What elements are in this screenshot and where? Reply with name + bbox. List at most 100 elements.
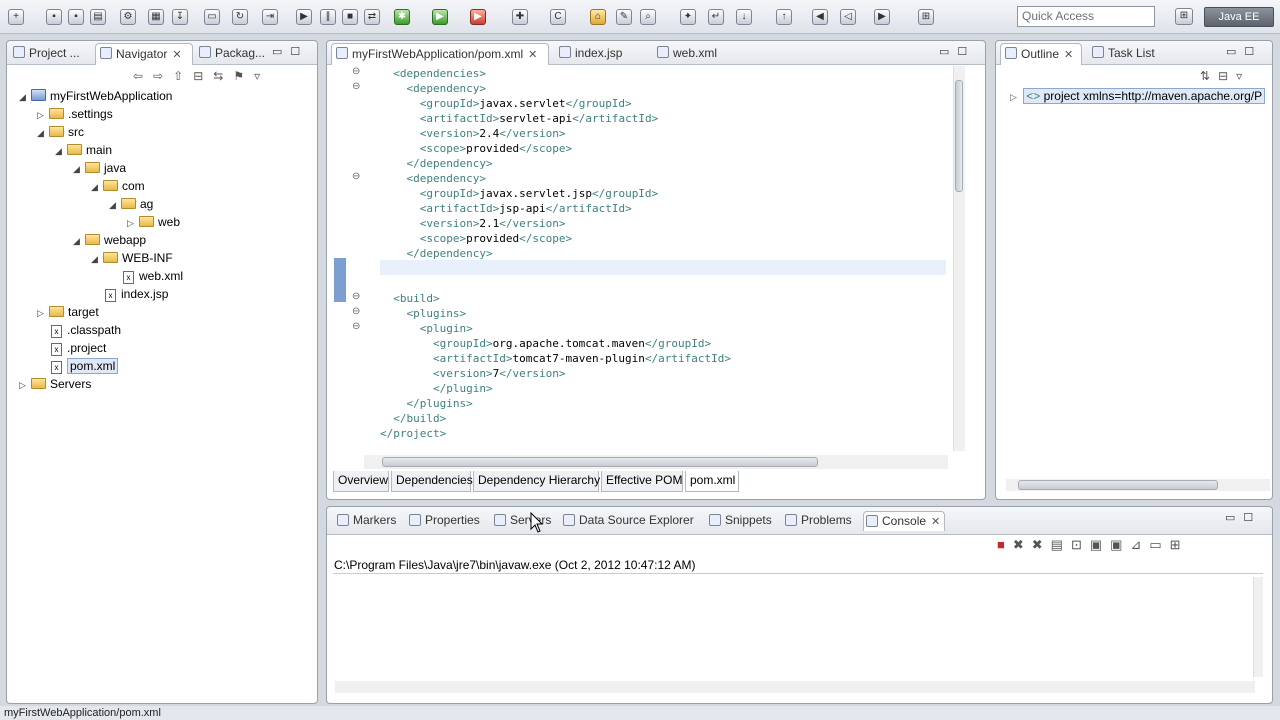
link-editor-icon[interactable]: ⇆: [213, 69, 233, 83]
tab-console[interactable]: Console ✕: [863, 511, 946, 531]
tree-item[interactable]: ◢ webapp: [73, 231, 146, 249]
remove-all-icon[interactable]: ✖: [1032, 537, 1051, 552]
code-line[interactable]: <version>2.1</version>: [380, 216, 566, 231]
tree-item[interactable]: ◢ myFirstWebApplication: [19, 87, 172, 105]
open-console-icon[interactable]: ⊞: [1170, 537, 1189, 552]
tab-data-source-explorer[interactable]: Data Source Explorer: [561, 511, 694, 531]
save-icon[interactable]: ▪: [46, 9, 62, 25]
minimize-maximize-icon[interactable]: ▭☐: [939, 45, 975, 58]
last-edit-icon[interactable]: ↵: [708, 9, 724, 25]
build-icon[interactable]: ⚙: [120, 9, 136, 25]
back-icon[interactable]: ⇦: [133, 69, 153, 83]
outline-horizontal-scrollbar[interactable]: [1006, 479, 1270, 491]
collapse-icon[interactable]: ◢: [73, 232, 85, 250]
collapse-icon[interactable]: ◢: [73, 160, 85, 178]
scroll-lock-icon[interactable]: ⊡: [1071, 537, 1090, 552]
terminal-icon[interactable]: ▭: [204, 9, 220, 25]
expand-icon[interactable]: ▷: [127, 214, 139, 232]
code-line[interactable]: </project>: [380, 426, 446, 441]
open-task-icon[interactable]: ✎: [616, 9, 632, 25]
tab-web-xml[interactable]: web.xml: [653, 43, 733, 65]
code-line[interactable]: <groupId>javax.servlet.jsp</groupId>: [380, 186, 658, 201]
minimize-maximize-icon[interactable]: ▭☐: [1225, 511, 1261, 524]
search-icon[interactable]: ⌕: [640, 9, 656, 25]
open-type-icon[interactable]: ⌂: [590, 9, 606, 25]
sort-icon[interactable]: ⇅: [1200, 69, 1218, 83]
perspective-java-ee-button[interactable]: Java EE: [1204, 7, 1274, 27]
code-line[interactable]: <version>7</version>: [380, 366, 565, 381]
remove-launch-icon[interactable]: ✖: [1013, 537, 1032, 552]
tab-project-explorer[interactable]: Project ...: [9, 43, 93, 65]
code-line[interactable]: <scope>provided</scope>: [380, 141, 572, 156]
code-line[interactable]: </dependency>: [380, 246, 493, 261]
minimize-maximize-icon[interactable]: ▭☐: [1226, 45, 1262, 58]
tab-navigator[interactable]: Navigator ✕: [95, 43, 193, 65]
tree-item[interactable]: ◢ src: [37, 123, 84, 141]
forward-icon[interactable]: ▶: [874, 9, 890, 25]
tree-item[interactable]: ◢ ag: [109, 195, 153, 213]
xml-source-editor[interactable]: ⊖ <dependencies> ⊖ <dependency> <groupId>…: [338, 64, 964, 454]
debug-icon[interactable]: ✱: [394, 9, 410, 25]
expand-icon[interactable]: ▷: [19, 376, 31, 394]
back-history-icon[interactable]: ◁: [840, 9, 856, 25]
fold-toggle-icon[interactable]: ⊖: [352, 306, 362, 317]
disconnect-icon[interactable]: ⇄: [364, 9, 380, 25]
refresh-icon[interactable]: ↻: [232, 9, 248, 25]
publish-icon[interactable]: ↧: [172, 9, 188, 25]
console-horizontal-scrollbar[interactable]: [335, 681, 1255, 693]
code-line[interactable]: <plugin>: [380, 321, 473, 336]
collapse-icon[interactable]: ◢: [91, 250, 103, 268]
pin-console-icon[interactable]: ⊿: [1130, 537, 1149, 552]
console-vertical-scrollbar[interactable]: [1253, 577, 1263, 677]
code-line[interactable]: <build>: [380, 291, 439, 306]
collapse-icon[interactable]: ◢: [91, 178, 103, 196]
new-java-class-icon[interactable]: C: [550, 9, 566, 25]
code-line[interactable]: <artifactId>servlet-api</artifactId>: [380, 111, 658, 126]
collapse-all-icon[interactable]: ⊟: [193, 69, 213, 83]
print-icon[interactable]: ▤: [90, 9, 106, 25]
code-line[interactable]: </plugins>: [380, 396, 473, 411]
tab-snippets[interactable]: Snippets: [707, 511, 772, 531]
tab-package-explorer[interactable]: Packag...: [195, 43, 271, 65]
code-line[interactable]: <dependency>: [380, 81, 486, 96]
outline-scroll-thumb[interactable]: [1018, 480, 1218, 490]
code-line[interactable]: <dependencies>: [380, 66, 486, 81]
fold-toggle-icon[interactable]: ⊖: [352, 81, 362, 92]
terminate-icon[interactable]: ■: [997, 537, 1013, 552]
resume-icon[interactable]: ▶: [296, 9, 312, 25]
collapse-icon[interactable]: ◢: [37, 124, 49, 142]
tree-item[interactable]: x .classpath: [37, 321, 121, 339]
terminate-icon[interactable]: ■: [342, 9, 358, 25]
tab-index-jsp[interactable]: index.jsp: [555, 43, 645, 65]
tree-item[interactable]: x pom.xml: [37, 357, 119, 375]
tab-task-list[interactable]: Task List: [1088, 43, 1172, 65]
code-line[interactable]: </plugin>: [380, 381, 493, 396]
close-icon[interactable]: ✕: [172, 45, 181, 65]
tree-item[interactable]: ◢ main: [55, 141, 112, 159]
code-line[interactable]: <scope>provided</scope>: [380, 231, 572, 246]
external-tools-icon[interactable]: ▶: [470, 9, 486, 25]
save-all-icon[interactable]: ▪: [68, 9, 84, 25]
new-icon[interactable]: +: [8, 9, 24, 25]
tab-pom-xml-source[interactable]: pom.xml: [685, 471, 739, 492]
suspend-icon[interactable]: ∥: [320, 9, 336, 25]
fold-toggle-icon[interactable]: ⊖: [352, 66, 362, 77]
tab-markers[interactable]: Markers: [335, 511, 396, 531]
tree-item[interactable]: ▷ web: [127, 213, 180, 231]
editor-horizontal-scroll-thumb[interactable]: [382, 457, 818, 467]
code-line[interactable]: <artifactId>jsp-api</artifactId>: [380, 201, 632, 216]
forward-icon[interactable]: ⇨: [153, 69, 173, 83]
collapse-icon[interactable]: ◢: [55, 142, 67, 160]
tab-overview[interactable]: Overview: [333, 471, 389, 492]
show-stderr-icon[interactable]: ▣: [1110, 537, 1130, 552]
tree-item[interactable]: x web.xml: [109, 267, 183, 285]
code-line[interactable]: <groupId>org.apache.tomcat.maven</groupI…: [380, 336, 711, 351]
tree-item[interactable]: ▷ Servers: [19, 375, 91, 393]
prev-annotation-icon[interactable]: ↑: [776, 9, 792, 25]
tree-item[interactable]: ◢ com: [91, 177, 145, 195]
code-line[interactable]: <dependency>: [380, 171, 486, 186]
minimize-maximize-icon[interactable]: ▭☐: [272, 45, 308, 58]
run-icon[interactable]: ▶: [432, 9, 448, 25]
new-server-icon[interactable]: ✚: [512, 9, 528, 25]
close-icon[interactable]: ✕: [1064, 45, 1073, 65]
